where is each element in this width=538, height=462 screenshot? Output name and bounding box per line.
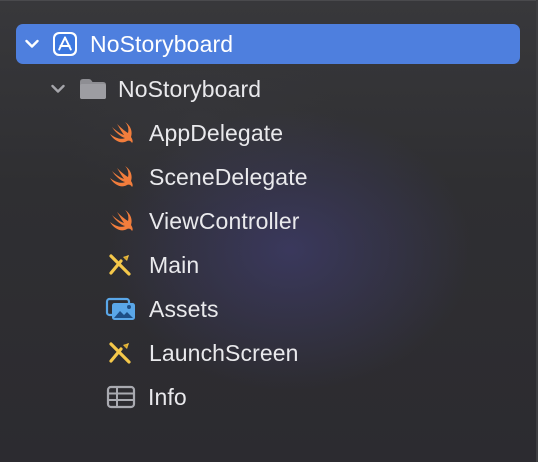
group-name: NoStoryboard — [118, 75, 262, 102]
file-name: ViewController — [149, 207, 300, 234]
file-name: Info — [148, 383, 187, 410]
file-name: SceneDelegate — [149, 163, 308, 190]
swift-icon — [107, 164, 135, 190]
file-row-main[interactable]: Main — [107, 245, 199, 285]
file-name: Assets — [149, 295, 219, 322]
swift-icon — [107, 208, 135, 234]
file-name: LaunchScreen — [149, 339, 299, 366]
chevron-down-icon[interactable] — [50, 81, 66, 97]
plist-table-icon — [106, 384, 136, 410]
assets-catalog-icon — [105, 296, 137, 322]
group-row[interactable]: NoStoryboard — [50, 69, 261, 109]
chevron-down-icon[interactable] — [24, 36, 40, 52]
top-divider — [0, 0, 538, 1]
project-row[interactable]: NoStoryboard — [16, 24, 520, 64]
file-row-viewcontroller[interactable]: ViewController — [107, 201, 300, 241]
file-name: AppDelegate — [149, 119, 284, 146]
file-row-info[interactable]: Info — [106, 377, 187, 417]
app-project-icon — [52, 31, 78, 57]
folder-icon — [78, 77, 108, 101]
file-row-appdelegate[interactable]: AppDelegate — [107, 113, 283, 153]
project-name: NoStoryboard — [90, 30, 234, 57]
storyboard-icon — [107, 340, 135, 366]
storyboard-icon — [107, 252, 135, 278]
file-row-scenedelegate[interactable]: SceneDelegate — [107, 157, 308, 197]
file-row-launchscreen[interactable]: LaunchScreen — [107, 333, 299, 373]
file-name: Main — [149, 251, 200, 278]
swift-icon — [107, 120, 135, 146]
file-row-assets[interactable]: Assets — [105, 289, 219, 329]
